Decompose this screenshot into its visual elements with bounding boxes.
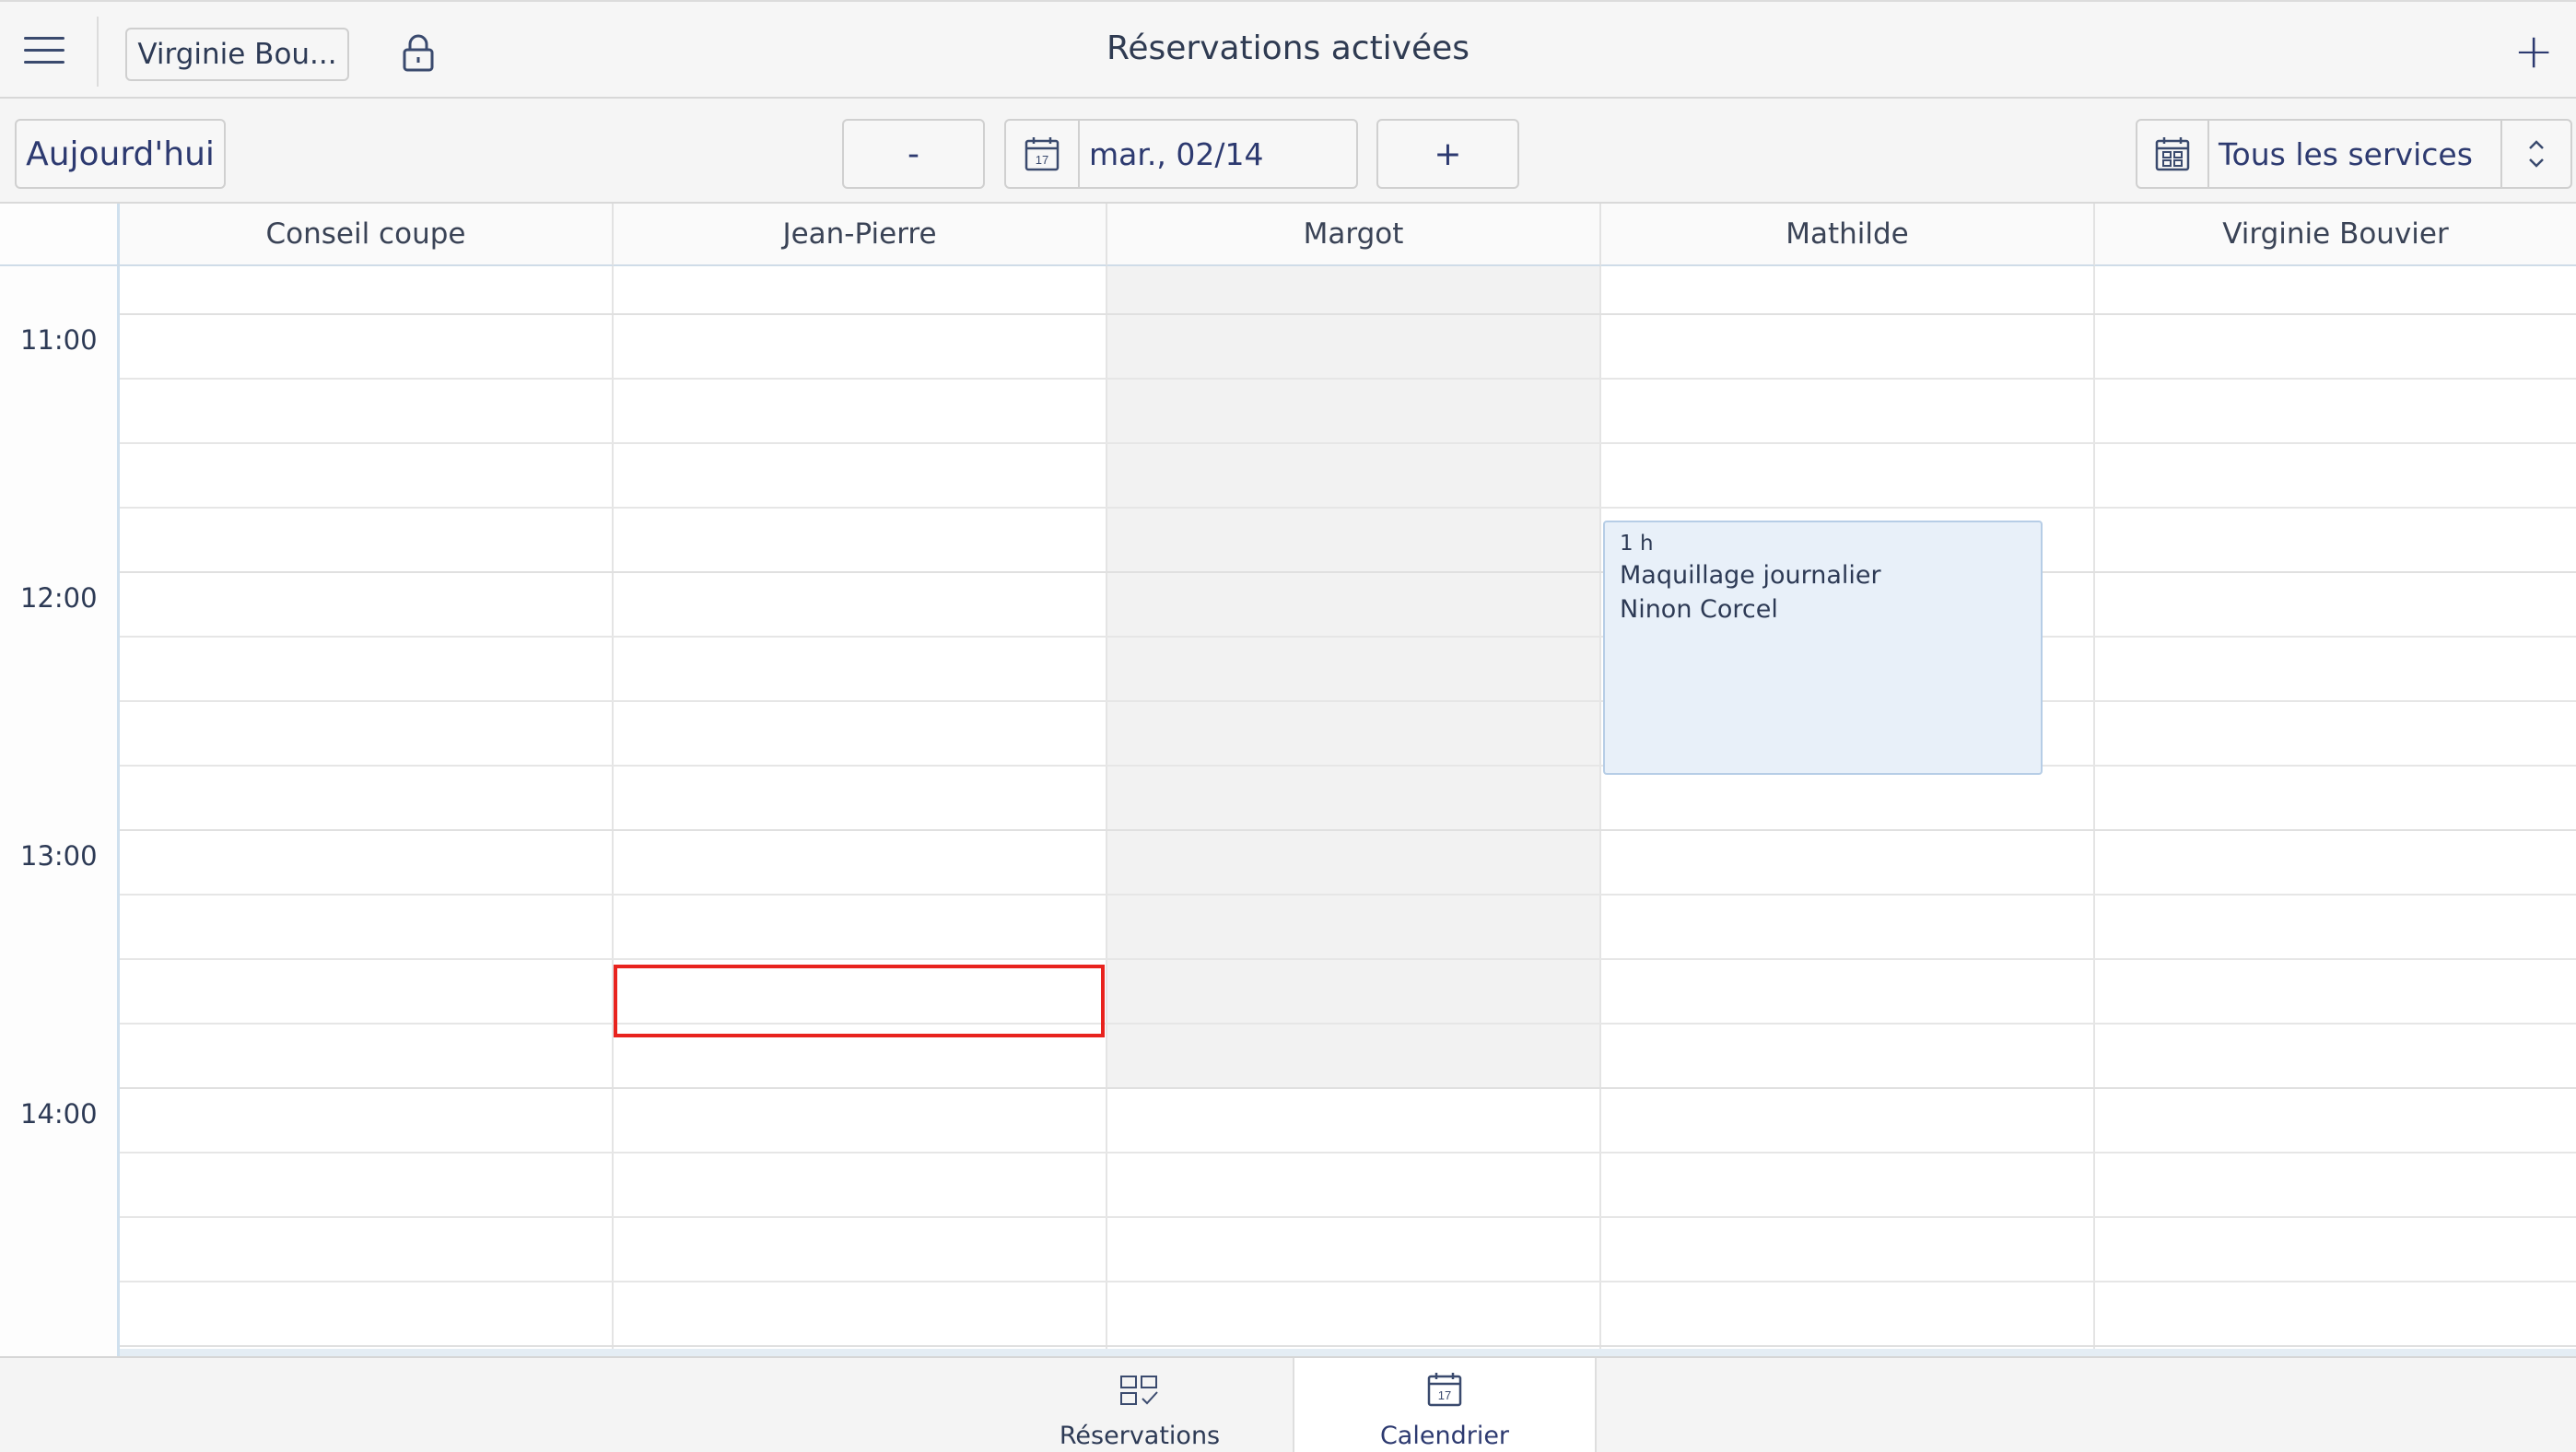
- add-booking-button[interactable]: +: [2513, 28, 2554, 76]
- quarter-line: [120, 378, 2576, 380]
- services-select[interactable]: Tous les services: [2136, 119, 2572, 189]
- quarter-line: [120, 894, 2576, 896]
- column-header-mathilde[interactable]: Mathilde: [1601, 204, 2095, 266]
- reservations-grid-icon: [1119, 1375, 1160, 1414]
- date-picker[interactable]: 17 mar., 02/14: [1004, 119, 1358, 189]
- top-bar: Virginie Bou... Réservations activées +: [0, 0, 2576, 99]
- bottom-tab-bar: Réservations 17 Calendrier: [0, 1356, 2576, 1452]
- staff-column[interactable]: [1601, 266, 2095, 1356]
- quarter-line: [120, 1152, 2576, 1153]
- quarter-line: [120, 507, 2576, 509]
- quarter-line: [120, 958, 2576, 960]
- hour-line: [120, 571, 2576, 573]
- page-title: Réservations activées: [1106, 29, 1470, 67]
- quarter-line: [120, 1023, 2576, 1025]
- staff-column[interactable]: [2095, 266, 2576, 1356]
- chevron-updown-icon[interactable]: [2500, 121, 2570, 187]
- time-gutter: 11:00 12:00 13:00 14:00: [0, 204, 120, 1356]
- svg-text:17: 17: [1438, 1388, 1451, 1402]
- event-duration: 1 h: [1620, 532, 1654, 556]
- tab-label: Réservations: [1059, 1422, 1221, 1450]
- previous-day-button[interactable]: -: [842, 119, 985, 189]
- today-button[interactable]: Aujourd'hui: [15, 119, 226, 189]
- grid-bottom-edge: [120, 1349, 2576, 1356]
- calendar-icon[interactable]: 17: [1006, 121, 1080, 187]
- quarter-line: [120, 442, 2576, 444]
- column-header-margot[interactable]: Margot: [1107, 204, 1601, 266]
- staff-column[interactable]: [614, 266, 1107, 1356]
- staff-column-unavailable[interactable]: [1107, 266, 1601, 1089]
- booking-event[interactable]: 1 h Maquillage journalier Ninon Corcel: [1603, 521, 2043, 775]
- hour-line: [120, 313, 2576, 315]
- time-label: 14:00: [20, 1098, 98, 1130]
- selected-time-slot[interactable]: [614, 965, 1105, 1037]
- tab-reservations[interactable]: Réservations: [988, 1358, 1292, 1452]
- time-label: 11:00: [20, 324, 98, 356]
- calendar-grid: 11:00 12:00 13:00 14:00 Conseil coupe Je…: [0, 204, 2576, 1356]
- services-calendar-icon: [2137, 121, 2209, 187]
- hour-line: [120, 1345, 2576, 1347]
- hour-line: [120, 1087, 2576, 1089]
- toolbar: Aujourd'hui - 17 mar., 02/14 + Tous les …: [0, 99, 2576, 204]
- services-value: Tous les services: [2219, 136, 2473, 172]
- time-label: 12:00: [20, 582, 98, 614]
- staff-column[interactable]: [1107, 1089, 1601, 1356]
- next-day-button[interactable]: +: [1376, 119, 1519, 189]
- time-label: 13:00: [20, 840, 98, 872]
- quarter-line: [120, 765, 2576, 767]
- column-header-conseil-coupe[interactable]: Conseil coupe: [120, 204, 614, 266]
- quarter-line: [120, 636, 2576, 638]
- quarter-line: [120, 1216, 2576, 1218]
- staff-column[interactable]: [120, 266, 614, 1356]
- event-service: Maquillage journalier: [1620, 561, 1881, 590]
- calendar-icon: 17: [1426, 1371, 1463, 1414]
- quarter-line: [120, 1281, 2576, 1282]
- column-header-virginie-bouvier[interactable]: Virginie Bouvier: [2095, 204, 2576, 266]
- hour-line: [120, 829, 2576, 831]
- date-value: mar., 02/14: [1089, 136, 1264, 172]
- event-client: Ninon Corcel: [1620, 595, 1778, 624]
- grid-corner: [0, 204, 120, 266]
- svg-text:17: 17: [1036, 153, 1048, 167]
- column-header-jean-pierre[interactable]: Jean-Pierre: [614, 204, 1107, 266]
- quarter-line: [120, 700, 2576, 702]
- tab-label: Calendrier: [1379, 1422, 1510, 1450]
- tab-calendrier[interactable]: 17 Calendrier: [1293, 1358, 1597, 1452]
